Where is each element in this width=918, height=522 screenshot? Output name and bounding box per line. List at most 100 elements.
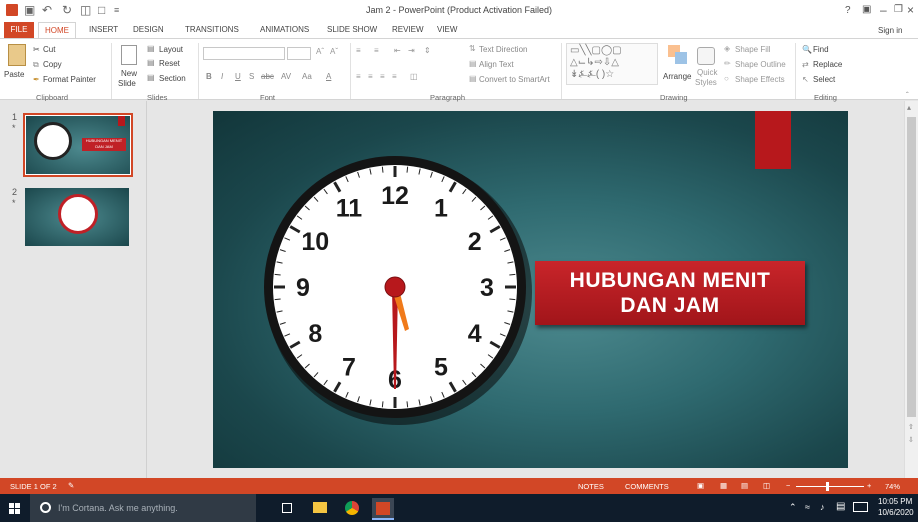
justify-icon[interactable]: ≡ [392,72,397,81]
undo-icon[interactable]: ↶ [42,3,52,17]
new-file-icon[interactable]: □ [98,3,105,17]
tab-slide-show[interactable]: SLIDE SHOW [327,25,377,34]
bullets-icon[interactable]: ≡ [356,46,361,55]
tab-home[interactable]: HOME [38,22,76,39]
align-text-icon[interactable]: ▤ [469,59,477,68]
layout-button[interactable]: Layout [159,45,183,54]
shape-outline-button[interactable]: Shape Outline [735,60,786,69]
tab-view[interactable]: VIEW [437,25,457,34]
new-slide-icon[interactable] [121,45,137,65]
numbering-icon[interactable]: ≡ [374,46,379,55]
quick-styles-label-2[interactable]: Styles [695,78,717,87]
copy-icon[interactable]: ⧉ [33,60,39,70]
shape-effects-button[interactable]: Shape Effects [735,75,785,84]
action-center-icon[interactable]: ▤ [836,501,845,512]
volume-icon[interactable]: ♪ [820,502,825,512]
grow-font-icon[interactable]: Aˆ [316,47,324,56]
spell-check-icon[interactable]: ✎ [68,481,74,490]
change-case-button[interactable]: Aa [302,72,312,81]
shape-outline-icon[interactable]: ✏ [724,59,731,68]
comments-button[interactable]: COMMENTS [625,482,669,491]
section-button[interactable]: Section [159,74,186,83]
increase-indent-icon[interactable]: ⇥ [408,46,415,55]
zoom-in-icon[interactable]: + [867,481,871,490]
select-button[interactable]: Select [813,75,835,84]
font-color-button[interactable]: A [326,72,331,81]
text-direction-button[interactable]: Text Direction [479,45,527,54]
find-button[interactable]: Find [813,45,829,54]
paste-button[interactable]: Paste [4,70,24,79]
slide-title-box[interactable]: HUBUNGAN MENIT DAN JAM [535,261,805,325]
slide-show-icon[interactable]: ◫ [763,481,770,490]
customize-qat-icon[interactable]: ≡ [114,5,119,15]
ribbon-display-options-icon[interactable]: ▣ [862,4,871,15]
font-size-input[interactable] [287,47,311,60]
redo-icon[interactable]: ↻ [62,3,72,17]
tab-review[interactable]: REVIEW [392,25,424,34]
line-spacing-icon[interactable]: ⇕ [424,46,431,55]
align-right-icon[interactable]: ≡ [380,72,385,81]
shape-fill-icon[interactable]: ◈ [724,44,730,53]
decrease-indent-icon[interactable]: ⇤ [394,46,401,55]
chrome-icon[interactable] [345,501,359,515]
reset-button[interactable]: Reset [159,59,180,68]
columns-icon[interactable]: ◫ [410,72,418,81]
replace-button[interactable]: Replace [813,60,842,69]
align-center-icon[interactable]: ≡ [368,72,373,81]
shrink-font-icon[interactable]: Aˇ [330,47,338,56]
help-button[interactable]: ? [845,5,851,16]
text-direction-icon[interactable]: ⇅ [469,44,476,53]
network-icon[interactable]: ≈ [805,502,810,512]
previous-slide-icon[interactable]: ⇧ [908,423,914,431]
slide-sorter-icon[interactable]: ▦ [720,481,727,490]
character-spacing-button[interactable]: AV [281,72,291,81]
new-slide-label-2[interactable]: Slide [118,79,136,88]
reset-icon[interactable]: ▤ [147,58,155,67]
scrollbar-thumb[interactable] [907,117,916,417]
arrange-icon[interactable] [668,45,690,67]
arrange-button[interactable]: Arrange [663,72,691,81]
quick-styles-icon[interactable] [697,47,715,65]
cut-button[interactable]: Cut [43,45,55,54]
cortana-search-box[interactable]: I'm Cortana. Ask me anything. [30,494,256,522]
find-icon[interactable]: 🔍 [802,45,812,54]
shadow-button[interactable]: S [249,72,254,81]
new-slide-label-1[interactable]: New [121,69,137,78]
close-icon[interactable]: × [907,3,914,17]
file-explorer-icon[interactable] [313,502,327,513]
shape-effects-icon[interactable]: ○ [724,74,729,83]
clock-date[interactable]: 10/6/2020 [878,508,914,517]
bold-button[interactable]: B [206,72,212,81]
next-slide-icon[interactable]: ⇩ [908,436,914,444]
font-family-input[interactable] [203,47,285,60]
zoom-slider[interactable] [796,486,864,487]
restore-icon[interactable]: ❐ [894,4,903,15]
zoom-level[interactable]: 74% [885,482,900,491]
slide-thumbnail-1[interactable]: HUBUNGAN MENIT DAN JAM [23,113,133,177]
task-view-icon[interactable] [282,503,292,513]
powerpoint-taskbar-icon[interactable] [372,498,394,520]
strikethrough-button[interactable]: abc [261,72,274,81]
slide-canvas[interactable]: 121234567891011 HUBUNGAN MENIT DAN JAM [213,111,848,468]
cut-icon[interactable]: ✂ [33,45,40,54]
format-painter-button[interactable]: Format Painter [43,75,96,84]
sign-in-link[interactable]: Sign in [878,26,902,35]
windows-start-icon[interactable] [9,503,20,514]
keyboard-icon[interactable] [853,502,868,512]
zoom-slider-thumb[interactable] [826,482,829,491]
collapse-ribbon-icon[interactable]: ˆ [906,91,909,100]
copy-button[interactable]: Copy [43,60,62,69]
format-painter-icon[interactable]: ✒ [33,75,40,84]
clock-time[interactable]: 10:05 PM [878,497,912,506]
select-icon[interactable]: ↖ [802,75,809,84]
vertical-scrollbar[interactable]: ▴ ⇧ ⇩ [904,101,918,478]
align-text-button[interactable]: Align Text [479,60,514,69]
replace-icon[interactable]: ⇄ [802,60,809,69]
italic-button[interactable]: I [221,72,223,81]
convert-smartart-button[interactable]: Convert to SmartArt [479,75,550,84]
tab-file[interactable]: FILE [4,22,34,38]
paste-icon[interactable] [8,44,26,66]
tab-insert[interactable]: INSERT [89,25,118,34]
scroll-up-icon[interactable]: ▴ [907,103,911,112]
zoom-out-icon[interactable]: − [786,481,790,490]
